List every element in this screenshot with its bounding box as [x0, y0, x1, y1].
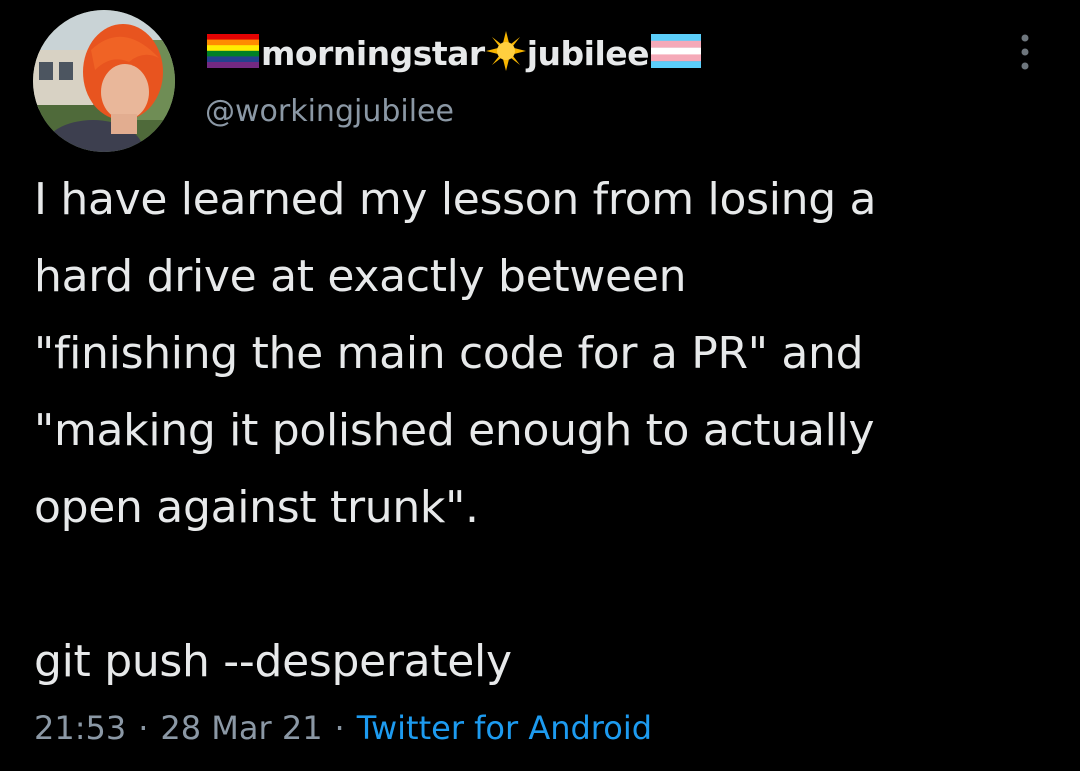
tweet-text-line: git push --desperately — [34, 636, 512, 687]
display-name-part2: jubilee — [526, 33, 650, 73]
tweet-time[interactable]: 21:53 — [34, 709, 126, 747]
separator: · — [334, 709, 345, 747]
tweet-text-line: open against trunk". — [34, 482, 479, 533]
rainbow-flag-icon — [207, 34, 259, 72]
trans-flag-icon — [651, 34, 702, 72]
tweet-source-link[interactable]: Twitter for Android — [357, 709, 652, 747]
tweet-text-line: I have learned my lesson from losing a — [34, 174, 877, 225]
sun-icon — [485, 31, 526, 75]
tweet-metadata: 21:53 · 28 Mar 21 · Twitter for Android — [34, 709, 652, 747]
tweet-text-line: "making it polished enough to actually — [34, 405, 875, 456]
user-handle[interactable]: @workingjubilee — [205, 94, 454, 129]
tweet-date[interactable]: 28 Mar 21 — [160, 709, 322, 747]
display-name-part1: morningstar — [261, 33, 485, 73]
tweet-text-line: "finishing the main code for a PR" and — [34, 328, 864, 379]
display-name[interactable]: morningstar jubilee — [205, 30, 703, 76]
tweet: morningstar jubilee @workingjubilee I ha… — [0, 0, 1080, 771]
tweet-text: I have learned my lesson from losing a h… — [34, 161, 1064, 700]
avatar[interactable] — [33, 10, 175, 152]
separator: · — [138, 709, 149, 747]
more-options-icon[interactable] — [1010, 32, 1040, 72]
tweet-text-line: hard drive at exactly between — [34, 251, 687, 302]
